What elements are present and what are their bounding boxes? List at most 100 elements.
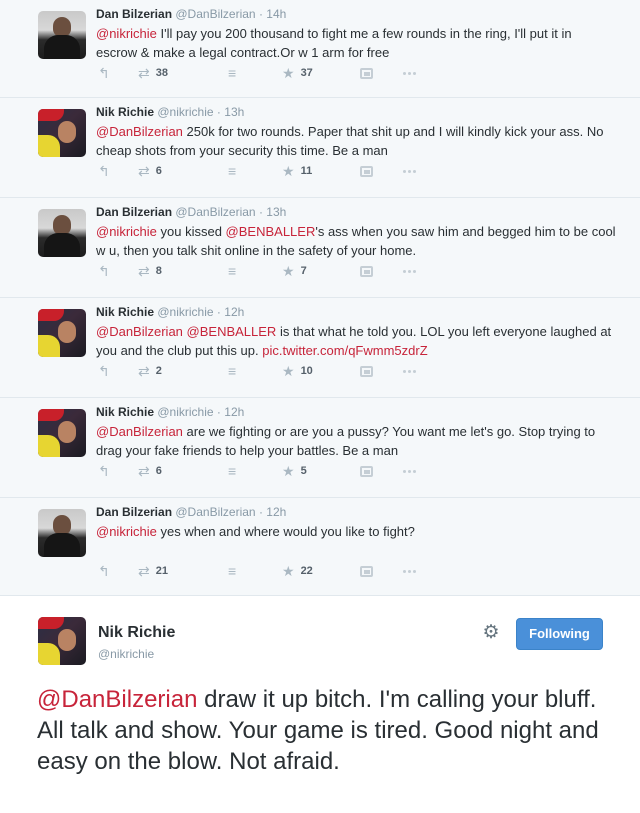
mention-link[interactable]: @DanBilzerian xyxy=(37,686,197,713)
mention-link[interactable]: @DanBilzerian xyxy=(96,424,183,439)
stack-button[interactable]: ≡ xyxy=(228,64,236,82)
tweet-header: Nik Richie @nikrichie · 12h xyxy=(96,304,616,321)
retweet-button[interactable]: ⇄ 21 xyxy=(138,562,168,580)
mention-link[interactable]: @nikrichie xyxy=(96,524,157,539)
retweet-button[interactable]: ⇄ 38 xyxy=(138,64,168,82)
image-button[interactable] xyxy=(360,462,373,480)
stack-button[interactable]: ≡ xyxy=(228,462,236,480)
thread-tweet[interactable]: Nik Richie @nikrichie · 13h @DanBilzeria… xyxy=(0,98,640,198)
favorite-button[interactable]: ★ 5 xyxy=(282,462,307,480)
mention-link[interactable]: @BENBALLER xyxy=(187,324,277,339)
user-name[interactable]: Nik Richie xyxy=(96,105,154,119)
retweet-button[interactable]: ⇄ 2 xyxy=(138,362,162,380)
favorite-button[interactable]: ★ 22 xyxy=(282,562,313,580)
more-icon xyxy=(403,369,416,373)
more-button[interactable] xyxy=(403,462,416,480)
favorite-count: 22 xyxy=(300,565,313,577)
image-button[interactable] xyxy=(360,362,373,380)
thread-tweet[interactable]: Dan Bilzerian @DanBilzerian · 12h @nikri… xyxy=(0,498,640,596)
tweet-content: Nik Richie @nikrichie · 12h @DanBilzeria… xyxy=(96,304,616,360)
mention-link[interactable]: @BENBALLER xyxy=(226,224,316,239)
favorite-button[interactable]: ★ 10 xyxy=(282,362,313,380)
timestamp[interactable]: 13h xyxy=(266,205,286,219)
tweet-text: @nikrichie yes when and where would you … xyxy=(96,522,616,541)
favorite-button[interactable]: ★ 11 xyxy=(282,162,312,180)
reply-button[interactable]: ↰ xyxy=(98,562,110,580)
reply-button[interactable]: ↰ xyxy=(98,462,110,480)
avatar[interactable] xyxy=(38,309,86,357)
user-handle[interactable]: @nikrichie xyxy=(157,105,213,119)
image-button[interactable] xyxy=(360,64,373,82)
following-button[interactable]: Following xyxy=(516,618,603,650)
stack-button[interactable]: ≡ xyxy=(228,162,236,180)
image-icon xyxy=(360,67,373,79)
user-name[interactable]: Nik Richie xyxy=(96,405,154,419)
retweet-icon: ⇄ xyxy=(138,65,150,81)
avatar[interactable] xyxy=(38,509,86,557)
image-button[interactable] xyxy=(360,262,373,280)
user-name[interactable]: Dan Bilzerian xyxy=(96,505,172,519)
more-icon xyxy=(403,169,416,173)
thread-tweet[interactable]: Nik Richie @nikrichie · 12h @DanBilzeria… xyxy=(0,398,640,498)
more-button[interactable] xyxy=(403,262,416,280)
user-name[interactable]: Dan Bilzerian xyxy=(96,7,172,21)
thread-tweet[interactable]: Dan Bilzerian @DanBilzerian · 13h @nikri… xyxy=(0,198,640,298)
stack-icon: ≡ xyxy=(228,163,237,179)
mention-link[interactable]: @nikrichie xyxy=(96,224,157,239)
favorite-button[interactable]: ★ 7 xyxy=(282,262,307,280)
reply-button[interactable]: ↰ xyxy=(98,262,110,280)
timestamp[interactable]: 12h xyxy=(224,405,244,419)
mention-link[interactable]: @nikrichie xyxy=(96,26,157,41)
stack-button[interactable]: ≡ xyxy=(228,262,236,280)
retweet-button[interactable]: ⇄ 6 xyxy=(138,162,162,180)
timestamp[interactable]: 13h xyxy=(224,105,244,119)
retweet-button[interactable]: ⇄ 8 xyxy=(138,262,162,280)
reply-button[interactable]: ↰ xyxy=(98,162,110,180)
gear-icon[interactable]: ⚙ xyxy=(480,622,502,644)
user-handle[interactable]: @DanBilzerian xyxy=(175,505,255,519)
more-button[interactable] xyxy=(403,362,416,380)
image-button[interactable] xyxy=(360,562,373,580)
reply-icon: ↰ xyxy=(98,263,110,279)
tweet-content: Dan Bilzerian @DanBilzerian · 14h @nikri… xyxy=(96,6,616,62)
stack-button[interactable]: ≡ xyxy=(228,362,236,380)
reply-button[interactable]: ↰ xyxy=(98,362,110,380)
reply-button[interactable]: ↰ xyxy=(98,64,110,82)
favorite-count: 7 xyxy=(300,265,307,277)
retweet-count: 21 xyxy=(155,565,168,577)
avatar[interactable] xyxy=(38,409,86,457)
separator: · xyxy=(216,405,221,419)
more-button[interactable] xyxy=(403,562,416,580)
favorite-icon: ★ xyxy=(282,463,295,479)
image-button[interactable] xyxy=(360,162,373,180)
thread-tweet[interactable]: Dan Bilzerian @DanBilzerian · 14h @nikri… xyxy=(0,0,640,98)
avatar[interactable] xyxy=(38,617,86,665)
user-name[interactable]: Nik Richie xyxy=(98,624,175,642)
more-button[interactable] xyxy=(403,64,416,82)
timestamp[interactable]: 12h xyxy=(224,305,244,319)
tweet-actions: ↰ ⇄ 6 ≡ ★ 5 xyxy=(98,462,428,480)
retweet-count: 2 xyxy=(155,365,162,377)
user-handle[interactable]: @DanBilzerian xyxy=(175,205,255,219)
timestamp[interactable]: 14h xyxy=(266,7,286,21)
avatar[interactable] xyxy=(38,109,86,157)
user-handle[interactable]: @nikrichie xyxy=(98,647,154,661)
user-handle[interactable]: @DanBilzerian xyxy=(175,7,255,21)
tweet-actions: ↰ ⇄ 2 ≡ ★ 10 xyxy=(98,362,428,380)
stack-button[interactable]: ≡ xyxy=(228,562,236,580)
user-handle[interactable]: @nikrichie xyxy=(157,305,213,319)
retweet-count: 6 xyxy=(155,465,162,477)
mention-link[interactable]: @DanBilzerian xyxy=(96,124,183,139)
thread-tweet[interactable]: Nik Richie @nikrichie · 12h @DanBilzeria… xyxy=(0,298,640,398)
user-name[interactable]: Nik Richie xyxy=(96,305,154,319)
favorite-button[interactable]: ★ 37 xyxy=(282,64,313,82)
retweet-button[interactable]: ⇄ 6 xyxy=(138,462,162,480)
more-button[interactable] xyxy=(403,162,416,180)
user-handle[interactable]: @nikrichie xyxy=(157,405,213,419)
avatar[interactable] xyxy=(38,11,86,59)
timestamp[interactable]: 12h xyxy=(266,505,286,519)
mention-link[interactable]: @DanBilzerian xyxy=(96,324,183,339)
avatar[interactable] xyxy=(38,209,86,257)
pic-link[interactable]: pic.twitter.com/qFwmm5zdrZ xyxy=(262,343,427,358)
user-name[interactable]: Dan Bilzerian xyxy=(96,205,172,219)
